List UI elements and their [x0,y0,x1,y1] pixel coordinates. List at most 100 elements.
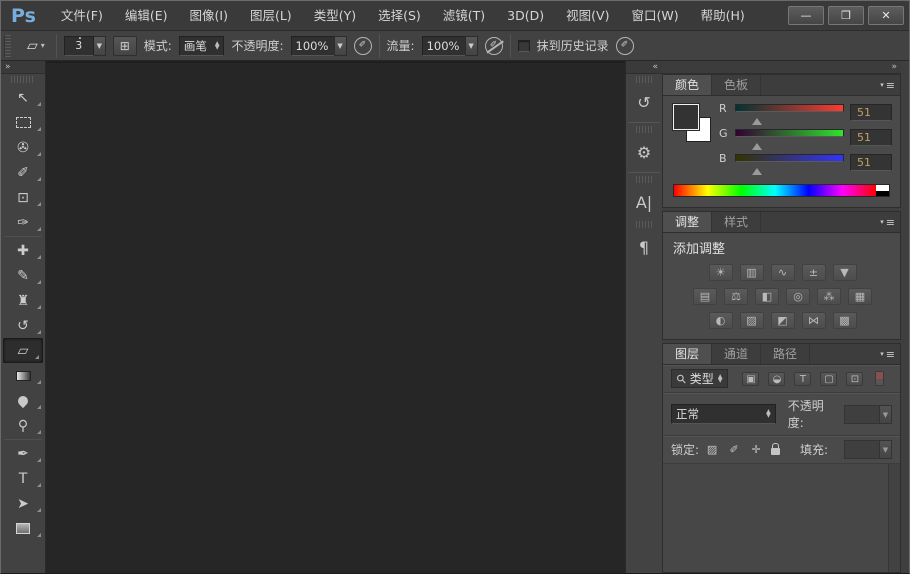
tablet-pressure-size-icon[interactable]: ✐ [616,37,634,55]
channel-r-value[interactable]: 51 [850,104,892,121]
flow-select[interactable]: 100% [422,36,466,56]
threshold-icon[interactable]: ◩ [771,312,795,329]
dodge-tool-icon[interactable]: ⚲ [1,413,45,438]
channel-g-slider[interactable] [735,129,844,149]
eyedropper-tool-icon[interactable]: ✑ [1,210,45,235]
gradient-tool-icon[interactable] [1,363,45,388]
canvas-workspace[interactable] [46,61,625,573]
options-bar-grip[interactable] [4,35,11,57]
channel-mixer-icon[interactable]: ⁂ [817,288,841,305]
tab-channels[interactable]: 通道 [712,344,761,364]
filter-shape-layers-icon[interactable]: ▢ [820,372,837,386]
layers-list[interactable] [663,464,900,572]
channel-g-value[interactable]: 51 [850,129,892,146]
rectangle-tool-icon[interactable] [1,516,45,541]
paragraph-panel-icon[interactable]: ¶ [626,230,662,264]
lock-transparent-pixels-icon[interactable]: ▨ [705,443,719,456]
opacity-select[interactable]: 100% [291,36,335,56]
menu-item-8[interactable]: 视图(V) [555,1,620,30]
filter-smart-objects-icon[interactable]: ⊡ [846,372,863,386]
tab-styles[interactable]: 样式 [712,212,761,232]
layers-opacity-value[interactable] [844,405,880,424]
toolbar-grip[interactable] [11,76,35,83]
move-tool-icon[interactable]: ↖ [1,85,45,110]
menu-item-3[interactable]: 图层(L) [239,1,303,30]
airbrush-icon[interactable]: ✐ [485,37,503,55]
menu-item-2[interactable]: 图像(I) [179,1,239,30]
brush-size-preview[interactable]: 3 [64,36,94,56]
lock-image-pixels-icon[interactable]: ✐ [727,443,741,456]
panel-menu-icon[interactable]: ▾ ≡ [874,344,900,364]
fill-dropdown-button[interactable]: ▼ [879,440,892,459]
menu-item-10[interactable]: 帮助(H) [690,1,756,30]
black-and-white-icon[interactable]: ◧ [755,288,779,305]
tab-paths[interactable]: 路径 [761,344,810,364]
brightness-contrast-icon[interactable]: ☀ [709,264,733,281]
channel-r-slider[interactable] [735,104,844,124]
panel-menu-icon[interactable]: ▾ ≡ [874,212,900,232]
levels-icon[interactable]: ▥ [740,264,764,281]
brush-size-dropdown-button[interactable]: ▼ [93,36,106,56]
slider-thumb[interactable] [752,163,762,175]
mode-select[interactable]: 画笔 ▲▼ [179,36,225,56]
toolbar-collapse-icon[interactable]: » [1,61,45,74]
menu-item-4[interactable]: 类型(Y) [303,1,367,30]
menu-item-1[interactable]: 编辑(E) [114,1,179,30]
current-tool-preset-button[interactable]: ▱ ▾ [23,36,49,56]
history-brush-tool-icon[interactable]: ↺ [1,313,45,338]
slider-thumb[interactable] [752,138,762,150]
minimize-button[interactable]: — [788,6,824,25]
dock-grip[interactable] [636,176,652,183]
pen-tool-icon[interactable]: ✒ [1,441,45,466]
gradient-map-icon[interactable]: ▩ [833,312,857,329]
character-panel-icon[interactable]: A| [626,185,662,219]
crop-tool-icon[interactable]: ⊡ [1,185,45,210]
tab-swatches[interactable]: 色板 [712,75,761,95]
history-panel-icon[interactable]: ↺ [626,85,662,119]
exposure-icon[interactable]: ± [802,264,826,281]
dock-grip[interactable] [636,221,652,228]
layer-filter-toggle[interactable] [875,371,884,386]
black-swatch[interactable] [876,191,889,197]
menu-item-0[interactable]: 文件(F) [50,1,114,30]
menu-item-9[interactable]: 窗口(W) [620,1,689,30]
vibrance-icon[interactable]: ▼ [833,264,857,281]
quick-selection-tool-icon[interactable]: ✐ [1,160,45,185]
layers-scrollbar[interactable] [888,464,900,572]
channel-b-value[interactable]: 51 [850,154,892,171]
curves-icon[interactable]: ∿ [771,264,795,281]
color-spectrum-ramp[interactable] [673,184,890,197]
toggle-brush-panel-icon[interactable]: ⊞ [113,36,137,56]
color-lookup-icon[interactable]: ▦ [848,288,872,305]
flow-dropdown-button[interactable]: ▼ [465,36,478,56]
menu-item-6[interactable]: 滤镜(T) [432,1,496,30]
clone-stamp-tool-icon[interactable]: ♜ [1,288,45,313]
filter-pixel-layers-icon[interactable]: ▣ [742,372,759,386]
brush-tool-icon[interactable]: ✎ [1,263,45,288]
selective-color-icon[interactable]: ⋈ [802,312,826,329]
maximize-button[interactable]: ❒ [828,6,864,25]
rectangular-marquee-tool-icon[interactable] [1,110,45,135]
type-tool-icon[interactable]: T [1,466,45,491]
spot-healing-brush-tool-icon[interactable]: ✚ [1,238,45,263]
menu-item-7[interactable]: 3D(D) [496,1,555,30]
hue-saturation-icon[interactable]: ▤ [693,288,717,305]
lasso-tool-icon[interactable]: ✇ [1,135,45,160]
lock-position-icon[interactable]: ✛ [749,443,763,456]
fill-value[interactable] [844,440,880,459]
dock-grip[interactable] [636,126,652,133]
blend-mode-select[interactable]: 正常 ▲▼ [671,404,776,424]
dock-expand-icon[interactable]: » [662,61,901,74]
menu-item-5[interactable]: 选择(S) [367,1,432,30]
dock-collapse-icon[interactable]: « [626,61,662,74]
color-balance-icon[interactable]: ⚖ [724,288,748,305]
layer-filter-kind-select[interactable]: ⚲ 类型 ▲▼ [671,369,728,388]
panel-menu-icon[interactable]: ▾ ≡ [874,75,900,95]
layers-opacity-dropdown-button[interactable]: ▼ [879,405,892,424]
tab-color[interactable]: 颜色 [663,75,712,95]
photo-filter-icon[interactable]: ◎ [786,288,810,305]
channel-b-slider[interactable] [735,154,844,174]
filter-type-layers-icon[interactable]: T [794,372,811,386]
erase-to-history-checkbox[interactable] [518,40,530,52]
properties-panel-icon[interactable]: ⚙ [626,135,662,169]
